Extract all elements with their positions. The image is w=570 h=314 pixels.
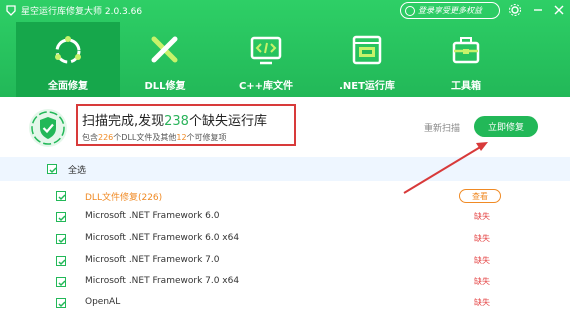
app-header: 星空运行库修复大师 2.0.3.66 登录享受更多权益 全面修复 DLL修复 C… [0, 0, 570, 97]
list-item: Microsoft .NET Framework 7.0 缺失 [0, 251, 570, 272]
dll-tools-icon [151, 36, 178, 63]
select-all-checkbox[interactable] [47, 164, 57, 174]
list-item: DLL文件修复(226) 查看 [0, 186, 570, 207]
fix-now-button[interactable]: 立即修复 [474, 116, 538, 137]
user-icon [405, 5, 415, 16]
login-button[interactable]: 登录享受更多权益 [400, 2, 500, 19]
app-logo-icon [6, 5, 16, 16]
check-icon [58, 301, 66, 308]
toolbox-icon [452, 37, 480, 64]
row-checkbox[interactable] [56, 256, 66, 266]
row-checkbox[interactable] [56, 212, 66, 222]
title-bar: 星空运行库修复大师 2.0.3.66 登录享受更多权益 [0, 0, 570, 22]
tab-label: C++库文件 [238, 81, 294, 92]
app-title: 星空运行库修复大师 2.0.3.66 [21, 7, 143, 17]
tab-toolbox[interactable]: 工具箱 [414, 22, 518, 97]
dll-count: 226 [98, 133, 114, 142]
dotnet-icon [352, 35, 382, 65]
missing-count: 238 [164, 114, 189, 129]
tab-cpp-library[interactable]: C++库文件 [214, 22, 318, 97]
missing-status: 缺失 [474, 298, 490, 307]
row-checkbox[interactable] [56, 298, 66, 308]
tab-label: .NET运行库 [339, 81, 395, 92]
tab-label: 全面修复 [48, 81, 88, 92]
list-item: Microsoft .NET Framework 7.0 x64 缺失 [0, 272, 570, 293]
tab-full-repair[interactable]: 全面修复 [16, 22, 120, 97]
check-icon [58, 280, 66, 287]
missing-status: 缺失 [474, 212, 490, 221]
tab-dll-repair[interactable]: DLL修复 [113, 22, 217, 97]
list-item: Microsoft .NET Framework 6.0 x64 缺失 [0, 229, 570, 250]
check-icon [58, 237, 66, 244]
view-button[interactable]: 查看 [459, 189, 501, 203]
item-name: DLL文件修复(226) [85, 193, 163, 203]
rescan-link[interactable]: 重新扫描 [424, 121, 460, 134]
missing-status: 缺失 [474, 256, 490, 265]
item-name: Microsoft .NET Framework 6.0 x64 [85, 233, 240, 243]
full-repair-icon [55, 36, 81, 64]
scan-result-subtitle: 包含226个DLL文件及其他12个可修复项 [82, 133, 227, 142]
check-icon [49, 167, 57, 174]
item-name: Microsoft .NET Framework 7.0 [85, 255, 220, 265]
cpp-code-icon [250, 36, 282, 65]
item-name: Microsoft .NET Framework 6.0 [85, 211, 220, 221]
close-icon[interactable] [552, 3, 566, 17]
row-checkbox[interactable] [56, 277, 66, 287]
missing-status: 缺失 [474, 234, 490, 243]
tab-label: DLL修复 [144, 81, 186, 92]
shield-check-icon [29, 109, 67, 147]
missing-status: 缺失 [474, 277, 490, 286]
minimize-icon[interactable] [531, 3, 545, 17]
scan-result-title: 扫描完成,发现238个缺失运行库 [82, 114, 267, 129]
row-checkbox[interactable] [56, 191, 66, 201]
tab-dotnet-runtime[interactable]: .NET运行库 [315, 22, 419, 97]
item-name: Microsoft .NET Framework 7.0 x64 [85, 276, 240, 286]
main-nav: 全面修复 DLL修复 C++库文件 .NET运行库 工具箱 [0, 22, 570, 97]
row-checkbox[interactable] [56, 234, 66, 244]
select-all-label: 全选 [68, 166, 87, 176]
check-icon [58, 259, 66, 266]
settings-gear-icon[interactable] [508, 3, 522, 17]
tab-label: 工具箱 [451, 81, 481, 92]
check-icon [58, 215, 66, 222]
other-count: 12 [176, 133, 187, 142]
item-name: OpenAL [85, 297, 121, 307]
check-icon [58, 194, 66, 201]
login-label: 登录享受更多权益 [418, 6, 482, 15]
list-item: Microsoft .NET Framework 6.0 缺失 [0, 207, 570, 228]
